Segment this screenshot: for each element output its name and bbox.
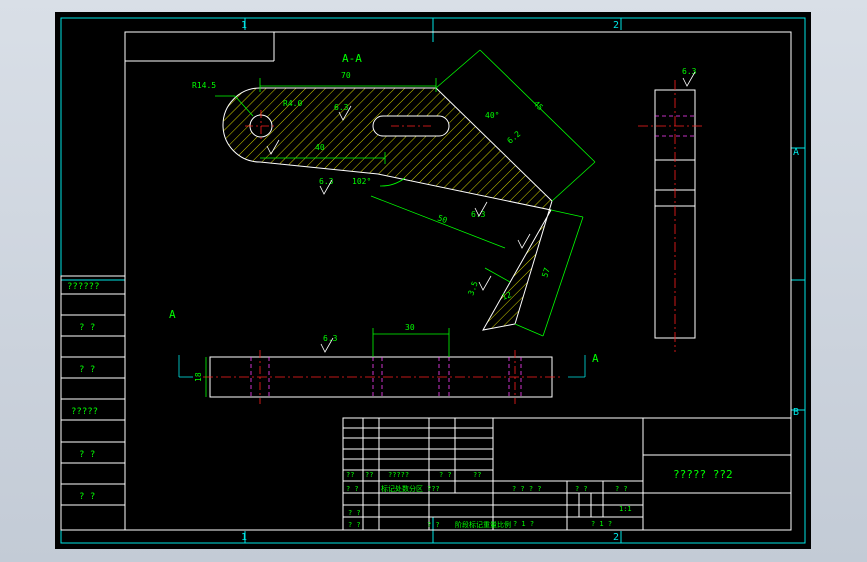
dim-45: 45 [532,99,545,112]
view-arrow-left-label: A [169,308,176,321]
left-strip-cell-1: ?????? [67,282,100,292]
roughness-center: 6.3 [334,103,349,112]
bottom-view[interactable]: 30 18 6.3 A A [169,308,599,404]
zone-label-top-1: 1 [241,20,247,31]
dim-r4-0: R4.0 [283,99,302,108]
tb-row-d-2: ? ? [427,521,440,529]
left-strip-cell-4: ????? [71,407,98,417]
dim-3-5: 3.5 [466,280,479,297]
dim-r14-5: R14.5 [192,81,216,90]
cad-viewport[interactable]: 1 2 1 2 A B A-A R14.5 R4.0 70 40 40° 45 … [55,12,811,549]
tb-row-c-1: ? ? [348,509,361,517]
left-strip-cell-3: ? ? [79,365,95,375]
tb-scale-value: 1:1 [619,505,632,513]
dim-102deg: 102° [352,177,371,186]
tb-row-a-2: ?? [365,471,373,479]
left-strip-cell-5: ? ? [79,450,95,460]
dim-50: 50 [436,213,448,225]
tb-row-d-3: 阶段标记重量比例 [455,520,511,529]
zone-label-right-b: B [793,407,799,418]
left-strip-cell-6: ? ? [79,492,95,502]
dim-18: 18 [194,372,203,382]
side-view-roughness: 6.3 [682,67,697,76]
tb-row-b-3: ??? [427,485,440,493]
dim-40deg: 40° [485,111,499,120]
zone-label-top-2: 2 [613,20,619,31]
tb-scale-label: ? ? [615,485,628,493]
zone-label-bottom-1: 1 [241,532,247,543]
tb-row-d-1: ? ? [348,521,361,529]
tb-row-a-4: ? ? [439,471,452,479]
bottom-view-roughness: 6.3 [323,334,338,343]
drawing-canvas: 1 2 1 2 A B A-A R14.5 R4.0 70 40 40° 45 … [60,17,806,544]
tb-row-b-2: 标记处数分区 [381,484,423,493]
tb-stage-label: ? ? ? ? [512,485,542,493]
zone-label-right-a: A [793,147,799,158]
dim-30: 30 [405,323,415,332]
tb-sheet-total: ? 1 ? [513,520,534,528]
drawing-title: ????? ??2 [673,468,733,481]
side-view[interactable]: 6.3 [638,67,705,352]
dim-70: 70 [341,71,351,80]
section-title: A-A [342,52,362,65]
tb-row-a-1: ?? [346,471,354,479]
left-strip-cell-2: ? ? [79,323,95,333]
tb-weight-label: ? ? [575,485,588,493]
tb-sheet-no: ? 1 ? [591,520,612,528]
tb-row-b-1: ? ? [346,485,359,493]
view-arrow-right-label: A [592,352,599,365]
dim-40: 40 [315,143,325,152]
tb-row-a-3: ????? [388,471,409,479]
dim-6-2: 6.2 [506,129,523,145]
dim-57: 57 [540,267,552,279]
tb-row-a-5: ?? [473,471,481,479]
zone-label-bottom-2: 2 [613,532,619,543]
